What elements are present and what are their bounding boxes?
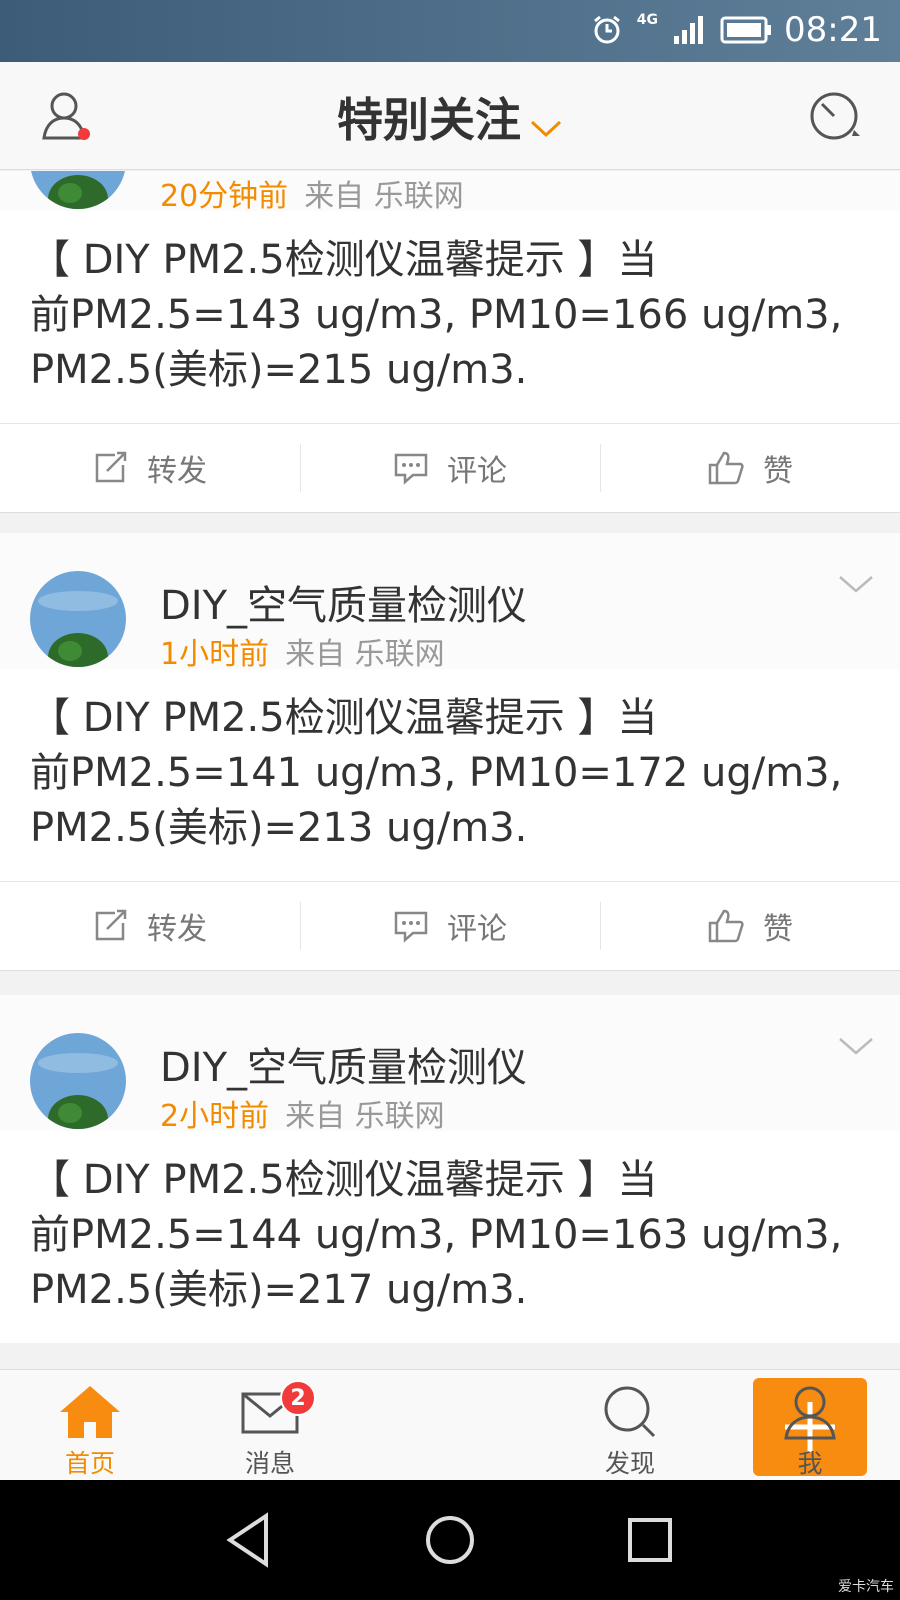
comment-button[interactable]: 评论 bbox=[300, 424, 600, 512]
status-icons: 4G bbox=[591, 12, 772, 48]
tab-home[interactable]: 首页 bbox=[0, 1370, 180, 1480]
unread-badge: 2 bbox=[280, 1380, 316, 1416]
post-text-line: 【 DIY PM2.5检测仪温馨提示 】当 bbox=[30, 237, 658, 283]
comment-button[interactable]: 评论 bbox=[300, 882, 600, 970]
post-meta: 2小时前 来自 乐联网 bbox=[160, 1091, 445, 1135]
post-header: 20分钟前 来自 乐联网 bbox=[0, 171, 900, 214]
post-time: 1小时前 bbox=[160, 637, 270, 672]
post-text-line: 前PM2.5=143 ug/m3, PM10=166 ug/m3, bbox=[30, 292, 843, 338]
tab-label: 发现 bbox=[604, 1449, 655, 1478]
post-card[interactable]: DIY_空气质量检测仪 1小时前 来自 乐联网 【 DIY PM2.5检测仪温馨提… bbox=[0, 533, 900, 971]
group-selector[interactable]: 特别关注 bbox=[0, 84, 900, 151]
avatar[interactable] bbox=[30, 171, 126, 209]
tab-label: 消息 bbox=[244, 1449, 295, 1478]
comment-icon bbox=[394, 911, 428, 943]
post-source[interactable]: 来自 乐联网 bbox=[285, 1099, 445, 1134]
thumbs-up-icon bbox=[708, 451, 744, 485]
post-time: 20分钟前 bbox=[160, 179, 289, 214]
feed[interactable]: 20分钟前 来自 乐联网 【 DIY PM2.5检测仪温馨提示 】当 前PM2.5… bbox=[0, 171, 900, 1369]
post-text-line: 前PM2.5=144 ug/m3, PM10=163 ug/m3, bbox=[30, 1212, 843, 1258]
repost-icon bbox=[95, 909, 127, 941]
post-time: 2小时前 bbox=[160, 1099, 270, 1134]
home-icon bbox=[58, 1384, 122, 1440]
like-label: 赞 bbox=[763, 912, 793, 947]
repost-button[interactable]: 转发 bbox=[0, 882, 300, 970]
post-card[interactable]: DIY_空气质量检测仪 2小时前 来自 乐联网 【 DIY PM2.5检测仪温馨提… bbox=[0, 995, 900, 1343]
recents-icon[interactable] bbox=[618, 1508, 682, 1572]
watermark: 爱卡汽车 bbox=[838, 1579, 894, 1595]
author-name[interactable]: DIY_空气质量检测仪 bbox=[160, 573, 527, 631]
post-text[interactable]: 【 DIY PM2.5检测仪温馨提示 】当 前PM2.5=144 ug/m3, … bbox=[0, 1131, 900, 1343]
radar-icon bbox=[810, 92, 860, 140]
post-actions: 转发 评论 赞 bbox=[0, 881, 900, 971]
tab-me[interactable]: 我 bbox=[720, 1370, 900, 1480]
status-time: 08:21 bbox=[784, 10, 882, 50]
post-text-line: 【 DIY PM2.5检测仪温馨提示 】当 bbox=[30, 695, 658, 741]
post-header: DIY_空气质量检测仪 1小时前 来自 乐联网 bbox=[0, 533, 900, 672]
like-button[interactable]: 赞 bbox=[600, 424, 900, 512]
author-name[interactable]: DIY_空气质量检测仪 bbox=[160, 1035, 527, 1093]
tab-messages[interactable]: 2 消息 bbox=[180, 1370, 360, 1480]
avatar[interactable] bbox=[30, 571, 126, 667]
chevron-down-icon[interactable] bbox=[838, 1035, 874, 1059]
post-meta: 1小时前 来自 乐联网 bbox=[160, 629, 445, 673]
post-meta: 20分钟前 来自 乐联网 bbox=[160, 171, 464, 215]
like-label: 赞 bbox=[763, 454, 793, 489]
page-title: 特别关注 bbox=[337, 93, 521, 147]
post-text[interactable]: 【 DIY PM2.5检测仪温馨提示 】当 前PM2.5=141 ug/m3, … bbox=[0, 669, 900, 881]
repost-label: 转发 bbox=[147, 454, 207, 489]
post-text[interactable]: 【 DIY PM2.5检测仪温馨提示 】当 前PM2.5=143 ug/m3, … bbox=[0, 211, 900, 423]
comment-icon bbox=[394, 453, 428, 485]
repost-icon bbox=[95, 451, 127, 483]
bottom-tab-bar: 首页 2 消息 发现 我 bbox=[0, 1369, 900, 1480]
post-text-line: PM2.5(美标)=217 ug/m3. bbox=[30, 1267, 528, 1313]
comment-label: 评论 bbox=[447, 454, 507, 489]
tab-label: 我 bbox=[797, 1449, 823, 1478]
radar-button[interactable] bbox=[808, 88, 864, 144]
system-navigation-bar: 爱卡汽车 bbox=[0, 1480, 900, 1600]
repost-label: 转发 bbox=[147, 912, 207, 947]
comment-label: 评论 bbox=[447, 912, 507, 947]
alarm-icon bbox=[593, 15, 620, 44]
avatar[interactable] bbox=[30, 1033, 126, 1129]
back-icon[interactable] bbox=[218, 1508, 282, 1572]
post-text-line: 前PM2.5=141 ug/m3, PM10=172 ug/m3, bbox=[30, 750, 843, 796]
post-source[interactable]: 来自 乐联网 bbox=[304, 179, 464, 214]
chevron-down-icon bbox=[529, 97, 563, 151]
thumbs-up-icon bbox=[708, 909, 744, 943]
post-header: DIY_空气质量检测仪 2小时前 来自 乐联网 bbox=[0, 995, 900, 1134]
tab-compose[interactable] bbox=[360, 1370, 867, 1480]
signal-icon bbox=[674, 16, 703, 44]
person-icon bbox=[778, 1384, 842, 1440]
screen: 4G 08:21 特别关注 20分钟前 来自 乐联网 【 DIY PM2.5检测… bbox=[0, 0, 900, 1600]
post-text-line: PM2.5(美标)=215 ug/m3. bbox=[30, 347, 528, 393]
chevron-down-icon[interactable] bbox=[838, 573, 874, 597]
tab-discover[interactable]: 发现 bbox=[540, 1370, 720, 1480]
title-bar: 特别关注 bbox=[0, 62, 900, 170]
repost-button[interactable]: 转发 bbox=[0, 424, 300, 512]
post-text-line: 【 DIY PM2.5检测仪温馨提示 】当 bbox=[30, 1157, 658, 1203]
post-actions: 转发 评论 赞 bbox=[0, 423, 900, 513]
home-nav-icon[interactable] bbox=[418, 1508, 482, 1572]
post-card[interactable]: 20分钟前 来自 乐联网 【 DIY PM2.5检测仪温馨提示 】当 前PM2.5… bbox=[0, 171, 900, 513]
status-bar: 4G 08:21 bbox=[0, 0, 900, 62]
post-text-line: PM2.5(美标)=213 ug/m3. bbox=[30, 805, 528, 851]
like-button[interactable]: 赞 bbox=[600, 882, 900, 970]
battery-icon bbox=[720, 16, 771, 44]
post-source[interactable]: 来自 乐联网 bbox=[285, 637, 445, 672]
network-type: 4G bbox=[636, 12, 658, 28]
tab-label: 首页 bbox=[64, 1449, 115, 1478]
search-icon bbox=[598, 1384, 662, 1440]
